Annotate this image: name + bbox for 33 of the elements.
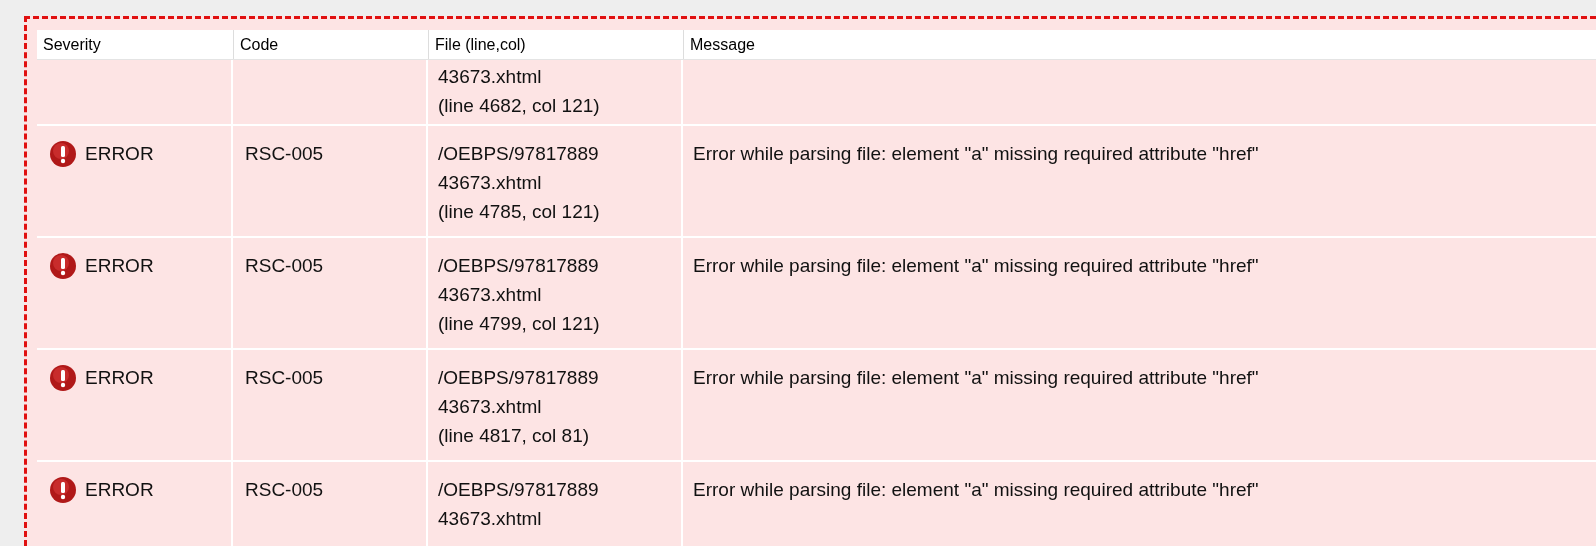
file-location: 43673.xhtml — [438, 283, 543, 307]
file-location: 43673.xhtml — [438, 65, 543, 89]
file-location: 43673.xhtml — [438, 171, 543, 195]
file-location: 43673.xhtml — [438, 395, 543, 419]
file-location: /OEBPS/97817889 — [438, 254, 600, 278]
file-location: (line 4785, col 121) — [438, 200, 601, 224]
error-code: RSC-005 — [245, 142, 325, 166]
column-header[interactable]: Message — [684, 32, 755, 57]
file-location: /OEBPS/97817889 — [438, 142, 600, 166]
error-code: RSC-005 — [245, 478, 325, 502]
error-icon — [49, 476, 77, 504]
error-message: Error while parsing file: element "a" missing required attribute "href" — [693, 366, 1260, 390]
error-icon — [49, 364, 77, 392]
file-location: (line 4799, col 121) — [438, 312, 601, 336]
error-message: Error while parsing file: element "a" missing required attribute "href" — [693, 254, 1260, 278]
error-icon — [49, 252, 77, 280]
file-location: 43673.xhtml — [438, 507, 543, 531]
error-message: Error while parsing file: element "a" missing required attribute "href" — [693, 478, 1260, 502]
error-icon — [49, 140, 77, 168]
column-header[interactable]: File (line,col) — [429, 32, 526, 57]
error-code: RSC-005 — [245, 254, 325, 278]
file-location: /OEBPS/97817889 — [438, 478, 600, 502]
file-location: /OEBPS/97817889 — [438, 366, 600, 390]
severity-label: ERROR — [85, 366, 154, 390]
column-header[interactable]: Code — [234, 32, 279, 57]
severity-label: ERROR — [85, 478, 154, 502]
column-header[interactable]: Severity — [37, 32, 101, 57]
error-code: RSC-005 — [245, 366, 325, 390]
file-location: (line 4682, col 121) — [438, 94, 601, 118]
file-location: (line 4817, col 81) — [438, 424, 591, 448]
error-message: Error while parsing file: element "a" missing required attribute "href" — [693, 142, 1260, 166]
severity-label: ERROR — [85, 142, 154, 166]
severity-label: ERROR — [85, 254, 154, 278]
